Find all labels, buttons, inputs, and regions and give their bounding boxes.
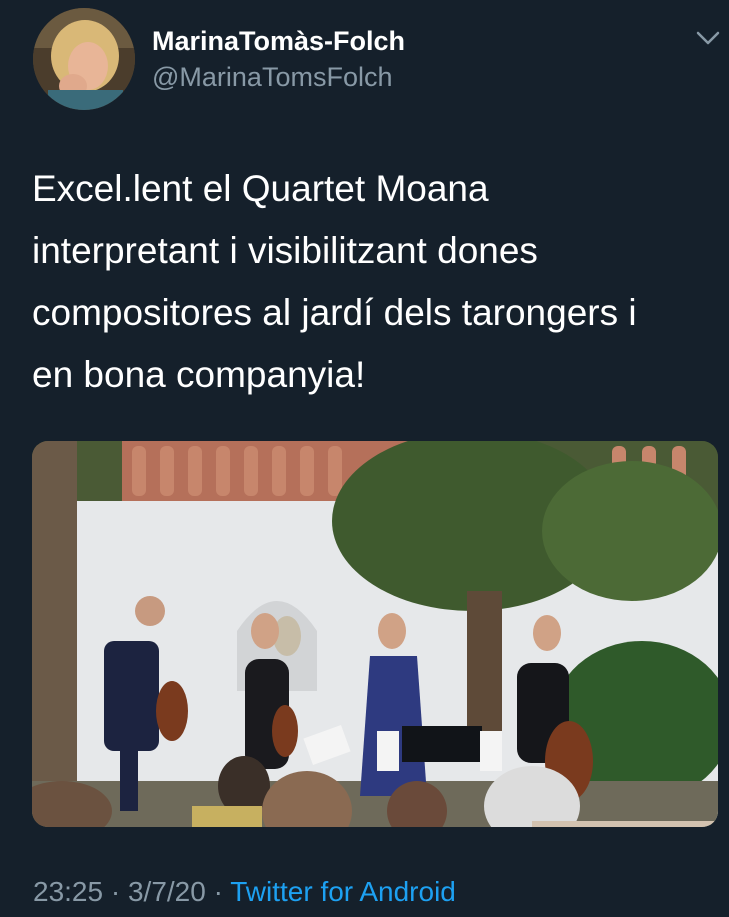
tweet-text: Excel.lent el Quartet Moana interpretant… bbox=[32, 168, 637, 395]
tweet-source-link[interactable]: Twitter for Android bbox=[230, 876, 456, 907]
tweet-metadata: 23:25 · 3/7/20 · Twitter for Android bbox=[33, 876, 456, 908]
tweet-time[interactable]: 23:25 bbox=[33, 876, 103, 907]
tweet-date[interactable]: 3/7/20 bbox=[128, 876, 206, 907]
avatar[interactable] bbox=[33, 8, 135, 110]
meta-separator: · bbox=[110, 876, 121, 907]
photo-concert-scene bbox=[32, 441, 718, 827]
display-name[interactable]: MarinaTomàs-Folch bbox=[152, 26, 405, 57]
tweet: MarinaTomàs-Folch @MarinaTomsFolch Excel… bbox=[0, 0, 729, 917]
meta-separator: · bbox=[213, 876, 223, 907]
chevron-down-icon[interactable] bbox=[694, 28, 722, 48]
avatar-photo bbox=[33, 8, 135, 110]
user-handle[interactable]: @MarinaTomsFolch bbox=[152, 62, 392, 93]
tweet-photo[interactable] bbox=[32, 441, 718, 827]
